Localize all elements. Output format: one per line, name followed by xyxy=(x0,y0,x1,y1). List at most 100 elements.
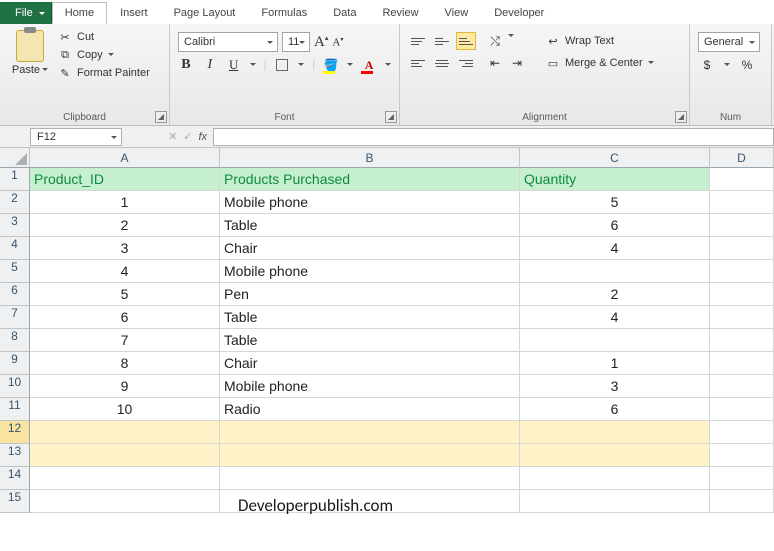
row-header[interactable]: 4 xyxy=(0,237,30,260)
chevron-down-icon[interactable] xyxy=(250,63,256,69)
cell[interactable] xyxy=(520,329,710,352)
cell[interactable]: Pen xyxy=(220,283,520,306)
cell[interactable]: Radio xyxy=(220,398,520,421)
font-size-combo[interactable]: 11 xyxy=(282,32,310,52)
percent-format-button[interactable]: % xyxy=(738,56,756,74)
cell[interactable] xyxy=(710,467,774,490)
tab-formulas[interactable]: Formulas xyxy=(248,2,320,24)
alignment-dialog-launcher[interactable]: ◢ xyxy=(675,111,687,123)
cell[interactable] xyxy=(710,191,774,214)
formula-input[interactable] xyxy=(213,128,774,146)
cell[interactable]: 6 xyxy=(520,398,710,421)
cell[interactable] xyxy=(710,375,774,398)
chevron-down-icon[interactable] xyxy=(385,63,391,69)
decrease-font-icon[interactable]: A▾ xyxy=(332,36,343,49)
orientation-button[interactable]: ⤭ xyxy=(486,32,504,50)
cell[interactable] xyxy=(710,306,774,329)
row-header[interactable]: 13 xyxy=(0,444,30,467)
column-header-b[interactable]: B xyxy=(220,148,520,168)
cell[interactable]: 2 xyxy=(520,283,710,306)
cell[interactable]: Product_ID xyxy=(30,168,220,191)
number-format-combo[interactable]: General xyxy=(698,32,760,52)
accounting-format-button[interactable]: $ xyxy=(698,56,716,74)
select-all-corner[interactable] xyxy=(0,148,30,168)
cell[interactable] xyxy=(710,352,774,375)
cell[interactable]: 9 xyxy=(30,375,220,398)
chevron-down-icon[interactable] xyxy=(298,63,304,69)
underline-button[interactable]: U xyxy=(226,56,242,74)
tab-view[interactable]: View xyxy=(432,2,482,24)
fx-icon[interactable]: fx xyxy=(198,131,207,143)
cell[interactable]: 1 xyxy=(520,352,710,375)
italic-button[interactable]: I xyxy=(202,56,218,74)
cell[interactable] xyxy=(30,444,220,467)
cell[interactable] xyxy=(520,421,710,444)
row-header[interactable]: 6 xyxy=(0,283,30,306)
font-color-button[interactable]: A xyxy=(361,56,377,74)
borders-button[interactable] xyxy=(274,56,290,74)
chevron-down-icon[interactable] xyxy=(347,63,353,69)
cell[interactable]: Mobile phone xyxy=(220,260,520,283)
row-header[interactable]: 11 xyxy=(0,398,30,421)
cell[interactable]: 10 xyxy=(30,398,220,421)
cell[interactable]: 3 xyxy=(520,375,710,398)
copy-button[interactable]: ⧉ Copy xyxy=(58,48,150,62)
cell[interactable]: 4 xyxy=(520,306,710,329)
row-header[interactable]: 1 xyxy=(0,168,30,191)
row-header[interactable]: 8 xyxy=(0,329,30,352)
column-header-d[interactable]: D xyxy=(710,148,774,168)
name-box[interactable]: F12 xyxy=(30,128,122,146)
cell[interactable]: 7 xyxy=(30,329,220,352)
wrap-text-button[interactable]: ↩ Wrap Text xyxy=(542,32,658,50)
tab-home[interactable]: Home xyxy=(52,2,107,24)
tab-developer[interactable]: Developer xyxy=(481,2,557,24)
chevron-down-icon[interactable] xyxy=(724,63,730,69)
cell[interactable]: 5 xyxy=(30,283,220,306)
align-right-button[interactable] xyxy=(456,54,476,72)
cell[interactable] xyxy=(710,260,774,283)
cell[interactable] xyxy=(220,421,520,444)
cell[interactable]: Table xyxy=(220,306,520,329)
increase-font-icon[interactable]: A▴ xyxy=(314,34,328,51)
tab-file[interactable]: File xyxy=(0,2,52,24)
cell[interactable] xyxy=(30,490,220,513)
cell[interactable]: Chair xyxy=(220,352,520,375)
font-dialog-launcher[interactable]: ◢ xyxy=(385,111,397,123)
tab-insert[interactable]: Insert xyxy=(107,2,161,24)
cell[interactable]: 3 xyxy=(30,237,220,260)
cell[interactable] xyxy=(710,398,774,421)
column-header-a[interactable]: A xyxy=(30,148,220,168)
tab-review[interactable]: Review xyxy=(369,2,431,24)
cell[interactable] xyxy=(520,444,710,467)
decrease-indent-button[interactable]: ⇤ xyxy=(486,54,504,72)
clipboard-dialog-launcher[interactable]: ◢ xyxy=(155,111,167,123)
cell[interactable]: Quantity xyxy=(520,168,710,191)
cell[interactable] xyxy=(710,444,774,467)
cell[interactable] xyxy=(520,467,710,490)
cell[interactable] xyxy=(220,467,520,490)
cell[interactable]: Mobile phone xyxy=(220,375,520,398)
cell[interactable] xyxy=(30,421,220,444)
cell[interactable] xyxy=(30,467,220,490)
cell[interactable]: 1 xyxy=(30,191,220,214)
row-header[interactable]: 14 xyxy=(0,467,30,490)
align-middle-button[interactable] xyxy=(432,32,452,50)
align-top-button[interactable] xyxy=(408,32,428,50)
cell[interactable] xyxy=(710,237,774,260)
cell[interactable]: 6 xyxy=(30,306,220,329)
row-header[interactable]: 7 xyxy=(0,306,30,329)
align-left-button[interactable] xyxy=(408,54,428,72)
font-name-combo[interactable]: Calibri xyxy=(178,32,278,52)
cell[interactable] xyxy=(520,260,710,283)
cell[interactable]: Products Purchased xyxy=(220,168,520,191)
cell[interactable]: 4 xyxy=(30,260,220,283)
cell[interactable] xyxy=(710,214,774,237)
cell[interactable]: 8 xyxy=(30,352,220,375)
row-header[interactable]: 3 xyxy=(0,214,30,237)
cell[interactable]: Table xyxy=(220,214,520,237)
cell[interactable] xyxy=(710,490,774,513)
row-header[interactable]: 2 xyxy=(0,191,30,214)
fill-color-button[interactable]: 🪣 xyxy=(323,56,339,74)
increase-indent-button[interactable]: ⇥ xyxy=(508,54,526,72)
cell[interactable]: 5 xyxy=(520,191,710,214)
